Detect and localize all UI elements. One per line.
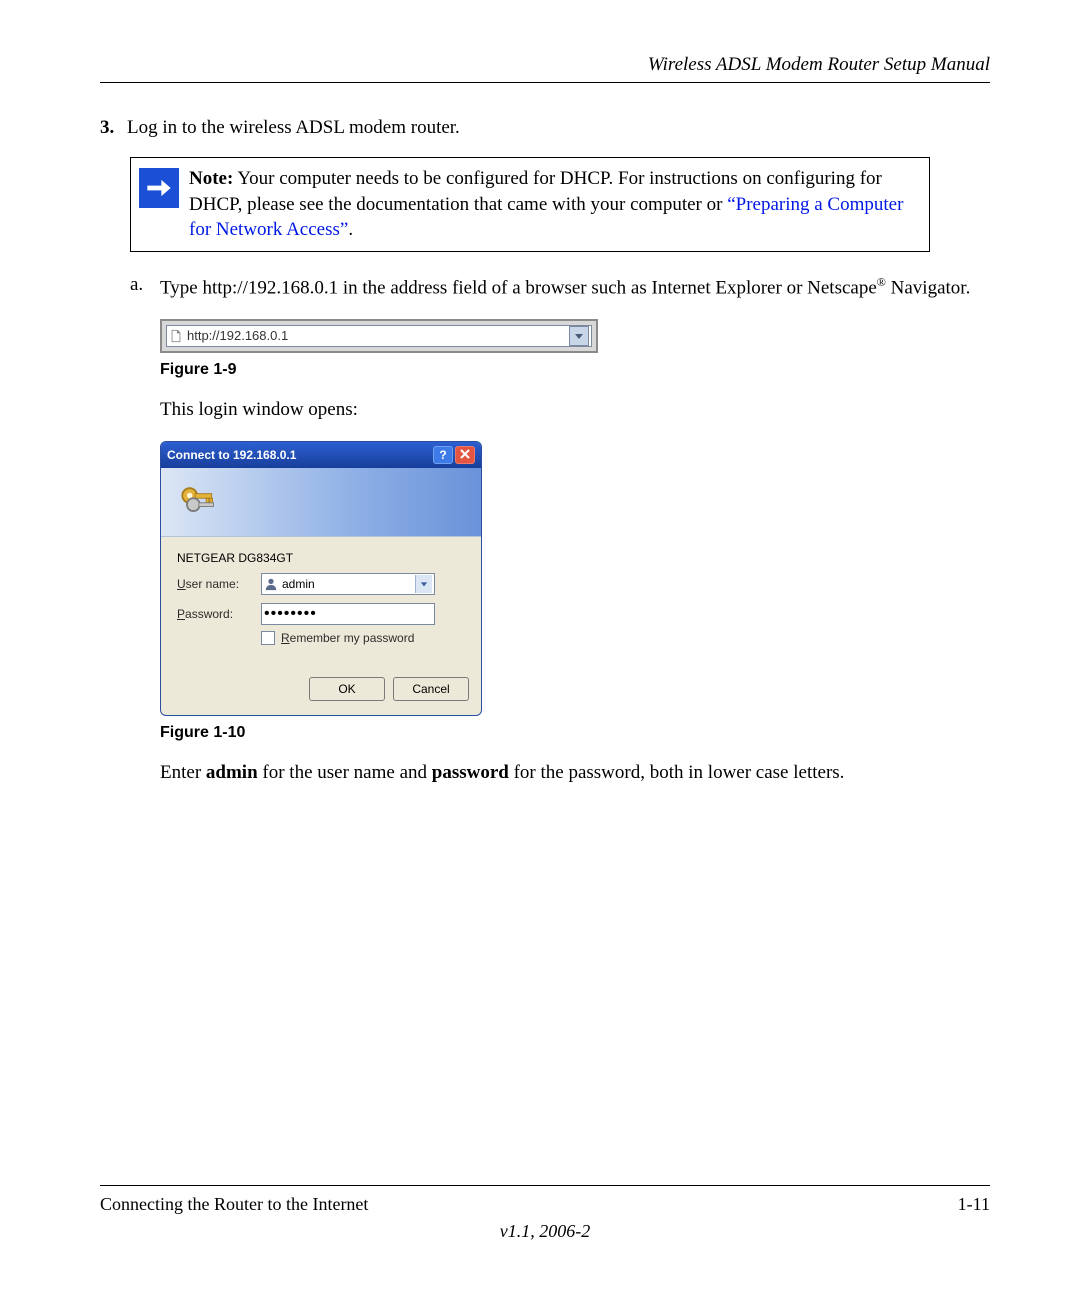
figure-1-9-image: http://192.168.0.1 — [160, 319, 990, 353]
username-field[interactable]: admin — [261, 573, 435, 595]
address-bar: http://192.168.0.1 — [160, 319, 598, 353]
password-field[interactable]: •••••••• — [261, 603, 435, 625]
remember-checkbox[interactable] — [261, 631, 275, 645]
note-text: Note: Your computer needs to be configur… — [189, 166, 917, 243]
header-title: Wireless ADSL Modem Router Setup Manual — [648, 54, 990, 75]
login-dialog: Connect to 192.168.0.1 ? — [160, 441, 482, 716]
remember-label: Remember my password — [281, 631, 414, 645]
login-intro: This login window opens: — [160, 397, 990, 424]
address-dropdown-button[interactable] — [569, 326, 589, 346]
keys-icon — [175, 479, 219, 526]
substep-text-post: Navigator. — [886, 277, 970, 298]
registered-symbol: ® — [877, 275, 886, 289]
footer-section: Connecting the Router to the Internet — [100, 1194, 368, 1215]
dialog-titlebar: Connect to 192.168.0.1 ? — [161, 442, 481, 468]
admin-bold: admin — [206, 762, 258, 783]
footer-page-number: 1-11 — [958, 1194, 990, 1215]
note-label: Note: — [189, 168, 233, 189]
password-value: •••••••• — [264, 605, 317, 623]
help-button[interactable]: ? — [433, 446, 453, 464]
close-icon — [460, 448, 470, 462]
arrow-right-icon — [139, 168, 179, 208]
page-header: Wireless ADSL Modem Router Setup Manual — [100, 54, 990, 83]
password-bold: password — [432, 762, 509, 783]
page-footer: Connecting the Router to the Internet 1-… — [100, 1185, 990, 1242]
address-field[interactable]: http://192.168.0.1 — [166, 325, 592, 347]
footer-version: v1.1, 2006-2 — [100, 1221, 990, 1242]
step-text: Log in to the wireless ADSL modem router… — [127, 117, 460, 138]
address-url: http://192.168.0.1 — [187, 328, 288, 343]
note-body-post: . — [348, 219, 353, 240]
user-icon — [264, 577, 278, 591]
substep-text-pre: Type http://192.168.0.1 in the address f… — [160, 277, 877, 298]
device-name-row: NETGEAR DG834GT — [177, 551, 465, 565]
dialog-banner — [161, 468, 481, 537]
username-dropdown-button[interactable] — [415, 575, 432, 593]
figure-1-10-caption: Figure 1-10 — [160, 724, 990, 742]
device-name: NETGEAR DG834GT — [177, 551, 293, 565]
password-label: Password: — [177, 607, 261, 621]
page-icon — [169, 329, 183, 343]
step-number: 3. — [100, 117, 114, 138]
ok-button[interactable]: OK — [309, 677, 385, 701]
substep-a: a. Type http://192.168.0.1 in the addres… — [130, 274, 990, 301]
remember-password-row[interactable]: Remember my password — [261, 631, 465, 645]
question-icon: ? — [439, 448, 446, 462]
dialog-title: Connect to 192.168.0.1 — [167, 448, 296, 462]
username-label: User name: — [177, 577, 261, 591]
note-box: Note: Your computer needs to be configur… — [130, 157, 930, 252]
step-3: 3. Log in to the wireless ADSL modem rou… — [100, 117, 990, 139]
enter-credentials-line: Enter admin for the user name and passwo… — [160, 760, 990, 787]
substep-marker: a. — [130, 274, 160, 301]
figure-1-10-image: Connect to 192.168.0.1 ? — [160, 441, 990, 716]
cancel-button[interactable]: Cancel — [393, 677, 469, 701]
close-button[interactable] — [455, 446, 475, 464]
username-value: admin — [282, 577, 315, 591]
figure-1-9-caption: Figure 1-9 — [160, 361, 990, 379]
